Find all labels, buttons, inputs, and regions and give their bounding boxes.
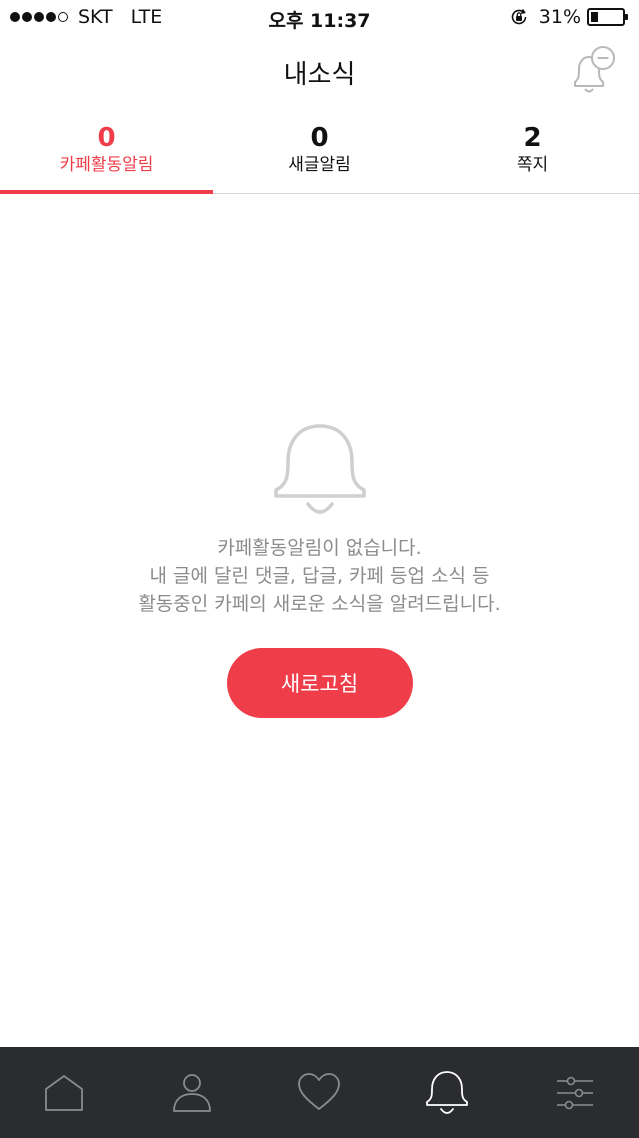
bottom-nav xyxy=(0,1047,639,1138)
status-right: 31% xyxy=(509,6,628,28)
page-title: 내소식 xyxy=(283,60,356,90)
tab-label: 쪽지 xyxy=(516,155,549,175)
refresh-button[interactable]: 새로고침 xyxy=(226,648,413,718)
bell-icon xyxy=(426,1070,469,1114)
empty-message: 카페활동알림이 없습니다. 내 글에 달린 댓글, 답글, 카페 등업 소식 등… xyxy=(0,534,639,618)
bell-minus-icon xyxy=(574,46,615,93)
tab-label: 새글알림 xyxy=(288,155,351,175)
nav-favorites[interactable] xyxy=(256,1047,384,1138)
tab-label: 카페활동알림 xyxy=(59,155,154,175)
empty-state: 카페활동알림이 없습니다. 내 글에 달린 댓글, 답글, 카페 등업 소식 등… xyxy=(0,420,639,718)
battery-icon xyxy=(587,8,628,26)
home-icon xyxy=(44,1074,83,1111)
empty-message-line: 카페활동알림이 없습니다. xyxy=(217,537,422,559)
sliders-icon xyxy=(557,1076,594,1109)
battery-percent: 31% xyxy=(538,6,581,28)
heart-icon xyxy=(298,1072,341,1110)
empty-message-line: 내 글에 달린 댓글, 답글, 카페 등업 소식 등 xyxy=(149,565,490,587)
tab-cafe-activity[interactable]: 0 카페활동알림 xyxy=(0,112,213,194)
tab-new-posts[interactable]: 0 새글알림 xyxy=(213,112,426,193)
tab-count: 0 xyxy=(97,123,116,153)
rotation-lock-icon xyxy=(509,7,529,27)
nav-my-profile[interactable] xyxy=(128,1047,256,1138)
header: 내소식 xyxy=(0,36,639,112)
nav-home[interactable] xyxy=(0,1047,128,1138)
battery-fill xyxy=(591,12,598,22)
nav-notifications[interactable] xyxy=(383,1047,511,1138)
tab-count: 0 xyxy=(310,123,329,153)
person-icon xyxy=(172,1073,211,1112)
notification-tabs: 0 카페활동알림 0 새글알림 2 쪽지 xyxy=(0,112,639,194)
status-bar: SKT LTE 오후 11:37 31% xyxy=(0,0,639,36)
empty-message-line: 활동중인 카페의 새로운 소식을 알려드립니다. xyxy=(138,593,501,615)
bell-icon xyxy=(273,424,366,514)
nav-settings[interactable] xyxy=(511,1047,639,1138)
tab-count: 2 xyxy=(523,123,542,153)
tab-messages[interactable]: 2 쪽지 xyxy=(426,112,639,193)
notification-settings-button[interactable] xyxy=(563,42,619,98)
